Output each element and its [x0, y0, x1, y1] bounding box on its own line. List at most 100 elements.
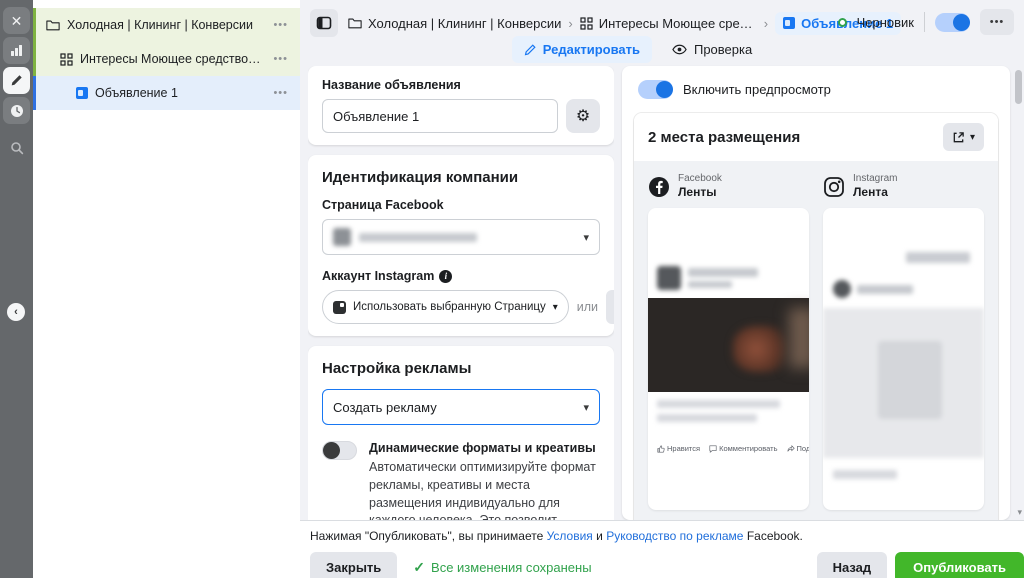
tree-item-campaign[interactable]: Холодная | Клининг | Конверсии ••• — [36, 8, 300, 42]
tab-edit-label: Редактировать — [543, 42, 640, 57]
connect-account-button[interactable]: Подключить — [606, 290, 614, 324]
folder-icon — [348, 17, 362, 29]
tab-edit[interactable]: Редактировать — [512, 36, 652, 63]
share-preview-button[interactable]: ▾ — [943, 123, 984, 151]
ad-name-input[interactable] — [322, 99, 558, 133]
sidebar-layout-icon — [316, 15, 332, 31]
ad-guidelines-link[interactable]: Руководство по рекламе — [606, 529, 743, 543]
history-button[interactable] — [3, 97, 30, 124]
changes-saved-status: ✓ Все изменения сохранены — [413, 559, 591, 576]
share-icon — [787, 445, 795, 453]
breadcrumb-adset-label: Интересы Моющее средство, Убор... — [599, 16, 757, 31]
breadcrumb-campaign[interactable]: Холодная | Клининг | Конверсии — [348, 16, 561, 31]
blurred-post-text — [648, 392, 809, 422]
close-button[interactable]: Закрыть — [310, 552, 397, 578]
search-icon — [10, 141, 24, 155]
close-panel-button[interactable]: ✕ — [3, 7, 30, 34]
preview-toggle[interactable] — [638, 80, 673, 99]
dynamic-creative-description: Автоматически оптимизируйте формат рекла… — [369, 459, 600, 520]
comment-action: Комментировать — [709, 444, 777, 453]
ad-name-label: Название объявления — [322, 78, 600, 92]
mode-tabs: Редактировать Проверка — [300, 36, 964, 63]
adset-menu-button[interactable]: ••• — [269, 51, 292, 67]
ig-account-select[interactable]: Использовать выбранную Страницу ▾ — [322, 290, 569, 324]
toggle-sidebar-button[interactable] — [310, 9, 338, 37]
identity-card: Идентификация компании Страница Facebook… — [308, 155, 614, 336]
comment-icon — [709, 445, 717, 453]
fb-page-select[interactable]: ▾ — [322, 219, 600, 255]
tab-review[interactable]: Проверка — [672, 42, 752, 57]
ig-account-label: Аккаунт Instagram i — [322, 269, 600, 283]
placement-name: Лента — [853, 185, 897, 200]
caret-down-icon: ▾ — [583, 231, 589, 244]
info-icon: i — [439, 270, 452, 283]
ad-setup-select[interactable]: Создать рекламу ▾ — [322, 389, 600, 425]
chevron-left-icon: ‹ — [14, 306, 18, 318]
ad-name-settings-button[interactable]: ⚙ — [566, 99, 600, 133]
insights-button[interactable] — [3, 37, 30, 64]
ig-account-label-text: Аккаунт Instagram — [322, 269, 434, 283]
campaign-name: Холодная | Клининг | Конверсии — [67, 18, 262, 32]
clock-icon — [10, 104, 24, 118]
caret-down-icon: ▾ — [970, 132, 975, 143]
facebook-feed-preview[interactable]: Нравится Комментировать Поделиться — [648, 208, 809, 510]
draft-status-icon — [838, 18, 847, 27]
campaign-tree-panel: Холодная | Клининг | Конверсии ••• Интер… — [33, 0, 300, 578]
caret-down-icon: ▾ — [553, 302, 558, 313]
share-action: Поделиться — [787, 444, 810, 453]
back-button[interactable]: Назад — [817, 552, 888, 578]
ad-setup-value: Создать рекламу — [333, 400, 437, 415]
campaign-menu-button[interactable]: ••• — [269, 17, 292, 33]
blurred-ad-image — [648, 298, 809, 392]
scrollbar-thumb[interactable] — [1015, 70, 1022, 104]
like-icon — [657, 445, 665, 453]
tree-item-ad[interactable]: Объявление 1 ••• — [33, 76, 300, 110]
tab-review-label: Проверка — [694, 42, 752, 57]
disclaimer-prefix: Нажимая "Опубликовать", вы принимаете — [310, 529, 547, 543]
adset-name: Интересы Моющее средство, Убор... — [80, 52, 262, 66]
search-tool-button[interactable] — [3, 134, 30, 161]
dynamic-creative-title: Динамические форматы и креативы — [369, 441, 600, 455]
instagram-icon — [823, 176, 845, 198]
ad-settings-column: Название объявления ⚙ Идентификация комп… — [308, 66, 614, 520]
identity-title: Идентификация компании — [322, 169, 600, 186]
tree-campaign-group: Холодная | Клининг | Конверсии ••• Интер… — [33, 8, 300, 76]
bar-chart-icon — [10, 44, 23, 57]
more-options-button[interactable]: ••• — [980, 9, 1014, 35]
breadcrumb-adset[interactable]: Интересы Моющее средство, Убор... — [580, 16, 757, 31]
preview-scrollbar[interactable] — [1014, 68, 1023, 514]
instagram-feed-preview[interactable] — [823, 208, 984, 510]
network-name: Instagram — [853, 173, 897, 185]
breadcrumb-campaign-label: Холодная | Клининг | Конверсии — [368, 16, 561, 31]
blurred-page-name — [359, 233, 477, 242]
scroll-down-icon[interactable]: ▾ — [1017, 507, 1022, 518]
external-link-icon — [952, 131, 965, 144]
adset-grid-icon — [580, 17, 593, 30]
footer-bar: Нажимая "Опубликовать", вы принимаете Ус… — [300, 520, 1024, 578]
ad-name-card: Название объявления ⚙ — [308, 66, 614, 145]
ad-setup-title: Настройка рекламы — [322, 360, 600, 377]
ad-icon — [76, 87, 88, 99]
disclaimer-and: и — [593, 529, 606, 543]
dynamic-creative-toggle[interactable] — [322, 441, 357, 460]
ad-icon — [783, 17, 795, 29]
pencil-icon — [524, 44, 536, 56]
ad-menu-button[interactable]: ••• — [269, 85, 292, 101]
preview-toggle-label: Включить предпросмотр — [683, 82, 831, 97]
instagram-badge-icon — [333, 301, 346, 314]
tree-item-adset[interactable]: Интересы Моющее средство, Убор... ••• — [36, 42, 300, 76]
ad-active-toggle[interactable] — [935, 13, 970, 32]
draft-status-label: Черновик — [857, 15, 914, 30]
publish-button[interactable]: Опубликовать — [895, 552, 1024, 578]
terms-link[interactable]: Условия — [547, 529, 593, 543]
like-action: Нравится — [657, 444, 700, 453]
facebook-action-row: Нравится Комментировать Поделиться — [648, 444, 809, 453]
ad-name: Объявление 1 — [95, 86, 262, 100]
eye-icon — [672, 44, 687, 55]
ad-setup-card: Настройка рекламы Создать рекламу ▾ Дина… — [308, 346, 614, 520]
facebook-preview-column: Facebook Ленты — [648, 173, 809, 510]
collapse-rail-button[interactable]: ‹ — [7, 303, 25, 321]
breadcrumb: Холодная | Клининг | Конверсии › Интерес… — [348, 9, 901, 37]
edit-tool-button[interactable] — [3, 67, 30, 94]
tools-rail: ✕ ‹ — [0, 0, 33, 578]
